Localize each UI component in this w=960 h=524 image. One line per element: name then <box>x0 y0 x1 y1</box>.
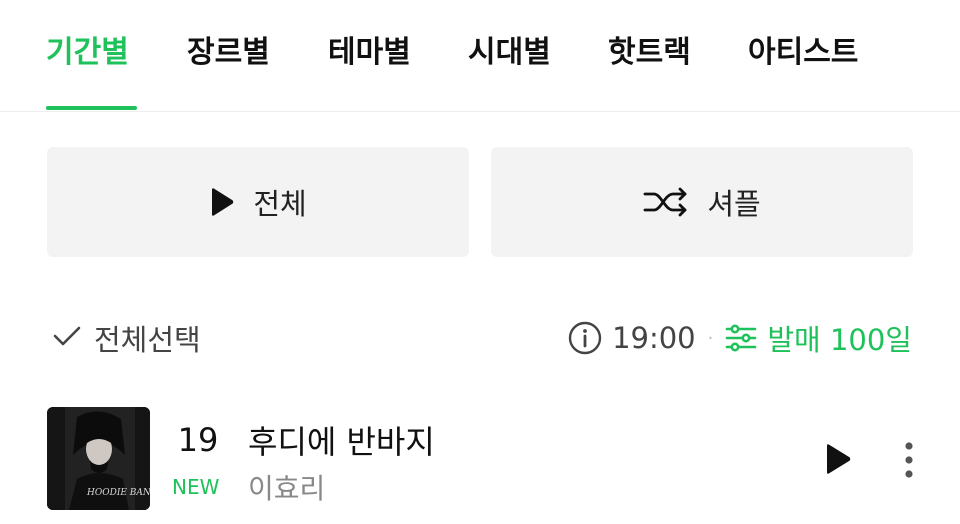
active-tab-indicator <box>46 106 137 110</box>
tab-hottrack[interactable]: 핫트랙 <box>608 28 691 78</box>
tab-artist[interactable]: 아티스트 <box>748 28 858 78</box>
track-row[interactable]: HOODIE BANBAJI 19 NEW 후디에 반바지 이효리 <box>0 405 960 515</box>
select-all-button[interactable]: 전체선택 <box>52 314 201 362</box>
sliders-icon <box>725 323 757 353</box>
tab-genre[interactable]: 장르별 <box>187 28 270 78</box>
check-icon <box>52 324 82 352</box>
category-tab-bar: 기간별 장르별 테마별 시대별 핫트랙 아티스트 <box>0 0 960 112</box>
tab-era[interactable]: 시대별 <box>468 28 551 78</box>
track-rank: 19 <box>177 421 219 459</box>
play-all-label: 전체 <box>253 187 307 221</box>
meta-separator: · <box>707 327 714 349</box>
chart-screen: 기간별 장르별 테마별 시대별 핫트랙 아티스트 전체 셔플 전체선택 19:0… <box>0 0 960 524</box>
chart-meta: 19:00 · 발매 100일 <box>568 314 912 362</box>
more-vertical-icon <box>904 441 914 479</box>
play-icon <box>209 187 235 217</box>
track-artist[interactable]: 이효리 <box>248 467 325 507</box>
info-icon[interactable] <box>568 321 602 355</box>
select-all-label: 전체선택 <box>94 323 201 357</box>
track-play-button[interactable] <box>818 439 858 479</box>
play-icon <box>824 443 852 475</box>
tab-period[interactable]: 기간별 <box>46 28 129 78</box>
filter-label: 발매 100일 <box>767 323 912 357</box>
rank-change-badge: NEW <box>172 475 220 499</box>
period-filter-button[interactable]: 발매 100일 <box>725 317 912 359</box>
update-time: 19:00 <box>612 321 696 355</box>
track-more-button[interactable] <box>894 439 924 481</box>
tab-theme[interactable]: 테마별 <box>328 28 411 78</box>
album-art-text: HOODIE BANBAJI <box>86 488 150 498</box>
play-all-button[interactable]: 전체 <box>47 147 469 257</box>
shuffle-button[interactable]: 셔플 <box>491 147 913 257</box>
shuffle-label: 셔플 <box>707 187 761 221</box>
shuffle-icon <box>643 187 689 217</box>
album-art[interactable]: HOODIE BANBAJI <box>47 407 150 510</box>
track-title[interactable]: 후디에 반바지 <box>248 417 435 463</box>
